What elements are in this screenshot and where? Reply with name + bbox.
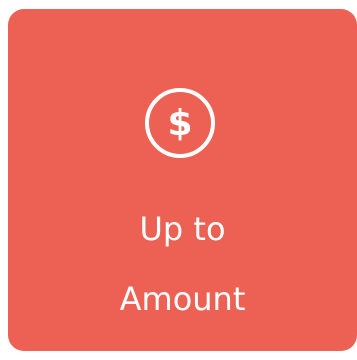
dollar-circle-icon: $ xyxy=(143,86,217,160)
up-to-amount-tile[interactable]: $ Up to Amount xyxy=(8,9,357,351)
tile-label-line-2: Amount xyxy=(119,280,246,318)
tile-label-line-1: Up to xyxy=(139,210,226,248)
dollar-glyph: $ xyxy=(167,103,192,144)
